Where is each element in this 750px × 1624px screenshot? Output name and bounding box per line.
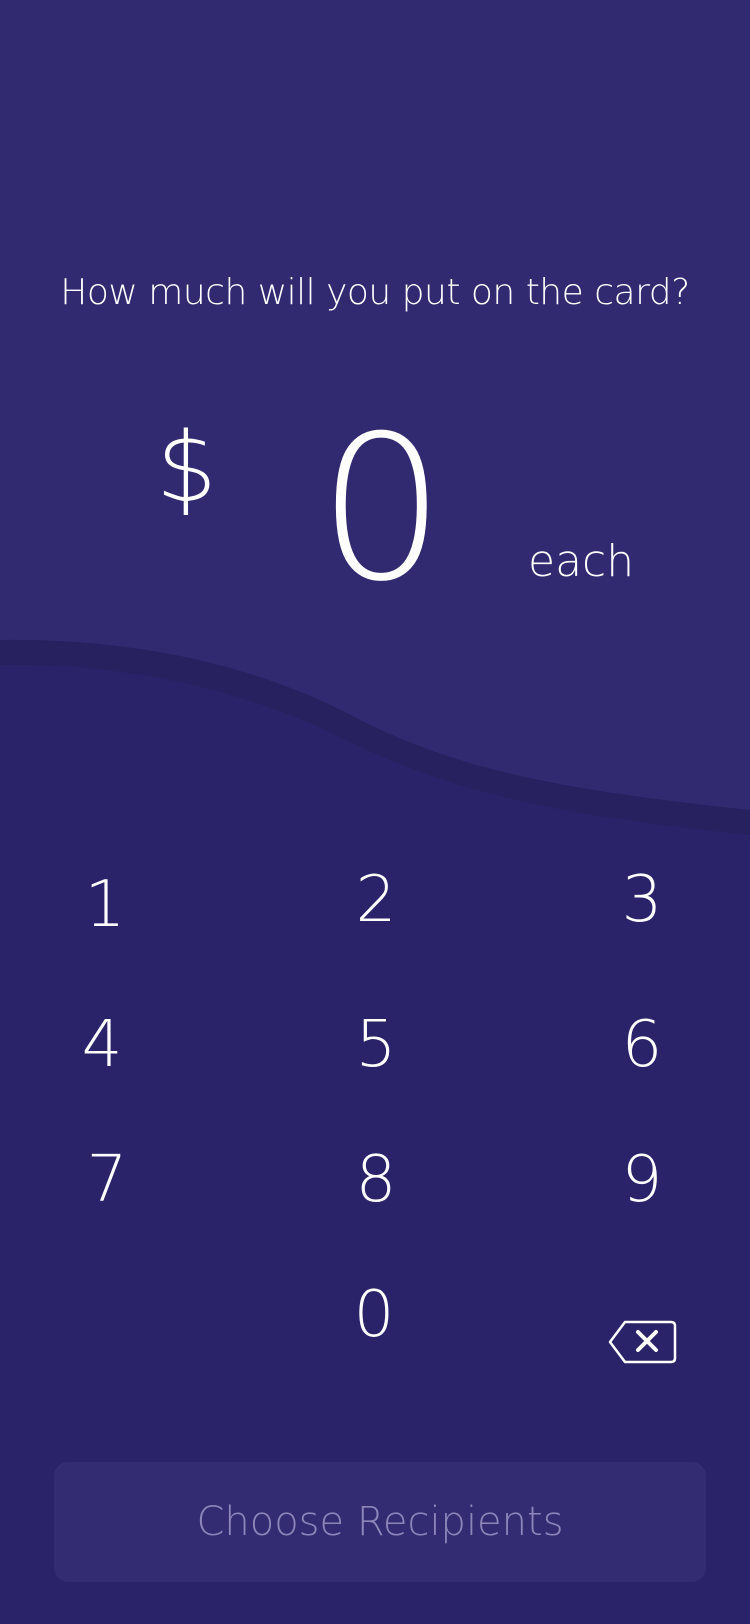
amount-value: 0 — [318, 393, 446, 626]
keypad-key-8[interactable]: 8 — [316, 1130, 436, 1230]
keypad-key-9[interactable]: 9 — [582, 1130, 702, 1230]
amount-prompt: How much will you put on the card? — [60, 272, 690, 313]
keypad-key-0[interactable]: 0 — [314, 1265, 434, 1365]
keypad-key-3[interactable]: 3 — [582, 850, 702, 950]
keypad-key-6[interactable]: 6 — [582, 995, 702, 1095]
backspace-button[interactable] — [607, 1318, 679, 1366]
choose-recipients-button[interactable]: Choose Recipients — [54, 1462, 706, 1582]
background-wave — [0, 0, 750, 1624]
keypad-key-7[interactable]: 7 — [47, 1130, 167, 1230]
keypad-key-4[interactable]: 4 — [42, 995, 162, 1095]
amount-unit: each — [528, 536, 635, 587]
gift-amount-screen: How much will you put on the card? $ 0 e… — [0, 0, 750, 1624]
keypad-key-2[interactable]: 2 — [316, 850, 436, 950]
backspace-icon — [608, 1320, 677, 1364]
keypad-key-1[interactable]: 1 — [45, 855, 165, 955]
keypad-key-5[interactable]: 5 — [316, 995, 436, 1095]
currency-symbol: $ — [156, 412, 218, 524]
